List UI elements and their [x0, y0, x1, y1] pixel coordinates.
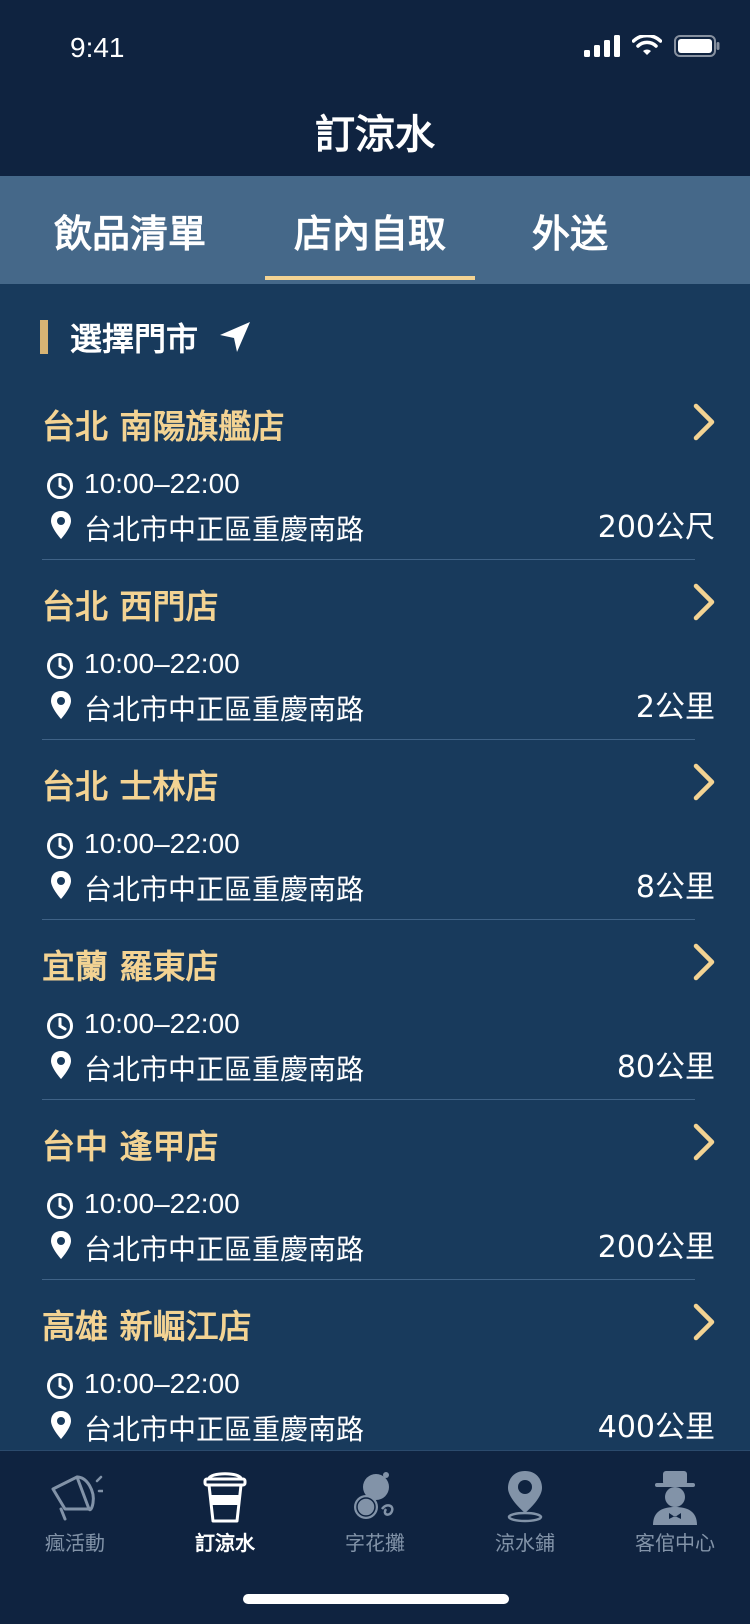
store-item[interactable]: 台北 西門店 10:00–22:00 台北市中正區重慶南路 2公里 [0, 560, 750, 740]
flower-stall-icon [354, 1472, 394, 1519]
store-name: 高雄 新崛江店 [42, 1307, 252, 1346]
store-address: 台北市中正區重慶南路 [84, 873, 365, 906]
location-pin-icon [51, 511, 71, 539]
chevron-right-icon [693, 403, 715, 441]
bottom-tab-flower-stall[interactable]: 字花攤 [300, 1451, 450, 1561]
store-item[interactable]: 台北 士林店 10:00–22:00 台北市中正區重慶南路 8公里 [0, 740, 750, 920]
bottom-tab-stores[interactable]: 涼水鋪 [450, 1451, 600, 1561]
bottom-tab-events[interactable]: 瘋活動 [0, 1451, 150, 1561]
chevron-right-icon [693, 583, 715, 621]
store-name: 台北 南陽旗艦店 [42, 407, 285, 446]
status-icons [584, 34, 720, 58]
navigation-bar: 訂涼水 [0, 88, 750, 176]
store-item[interactable]: 台北 南陽旗艦店 10:00–22:00 台北市中正區重慶南路 200公尺 [0, 380, 750, 560]
store-name: 台北 士林店 [42, 767, 219, 806]
chevron-right-icon [693, 1123, 715, 1161]
status-bar: 9:41 [0, 0, 750, 88]
location-arrow-icon[interactable] [218, 320, 252, 354]
tab-delivery[interactable]: 外送 [500, 176, 640, 284]
location-pin-icon [51, 691, 71, 719]
battery-icon [674, 35, 720, 57]
store-address: 台北市中正區重慶南路 [84, 1413, 365, 1446]
store-hours: 10:00–22:00 [84, 468, 240, 499]
page-title: 訂涼水 [315, 112, 435, 158]
section-title: 選擇門市 [70, 320, 199, 358]
chevron-right-icon [693, 943, 715, 981]
wifi-icon [632, 35, 662, 55]
store-distance: 8公里 [635, 870, 715, 905]
store-address: 台北市中正區重慶南路 [84, 513, 365, 546]
store-hours: 10:00–22:00 [84, 648, 240, 679]
store-address: 台北市中正區重慶南路 [84, 1053, 365, 1086]
tab-drink-menu[interactable]: 飲品清單 [20, 176, 240, 284]
signal-icon [584, 35, 620, 57]
map-pin-icon [507, 1471, 543, 1523]
store-distance: 400公里 [597, 1410, 715, 1445]
location-pin-icon [51, 871, 71, 899]
store-hours: 10:00–22:00 [84, 1008, 240, 1039]
clock-icon [47, 833, 73, 859]
bottom-tab-label: 瘋活動 [45, 1531, 105, 1555]
status-time: 9:41 [70, 32, 125, 63]
store-name: 台北 西門店 [42, 587, 219, 626]
store-distance: 200公里 [597, 1230, 715, 1265]
store-name: 宜蘭 羅東店 [42, 947, 219, 986]
active-tab-indicator [265, 276, 475, 280]
bottom-tab-order[interactable]: 訂涼水 [150, 1451, 300, 1561]
section-header: 選擇門市 [40, 316, 252, 358]
store-hours: 10:00–22:00 [84, 828, 240, 859]
bottom-tab-member[interactable]: 客倌中心 [600, 1451, 750, 1561]
section-accent-bar [40, 320, 48, 354]
bottom-tab-label: 字花攤 [345, 1531, 405, 1555]
clock-icon [47, 473, 73, 499]
tab-store-pickup[interactable]: 店內自取 [260, 176, 480, 284]
chevron-right-icon [693, 1303, 715, 1341]
location-pin-icon [51, 1411, 71, 1439]
clock-icon [47, 1013, 73, 1039]
bottom-tab-label: 訂涼水 [195, 1531, 255, 1555]
store-item[interactable]: 宜蘭 羅東店 10:00–22:00 台北市中正區重慶南路 80公里 [0, 920, 750, 1100]
store-hours: 10:00–22:00 [84, 1368, 240, 1399]
clock-icon [47, 1193, 73, 1219]
store-address: 台北市中正區重慶南路 [84, 693, 365, 726]
tab-bar: 飲品清單 店內自取 外送 [0, 176, 750, 284]
location-pin-icon [51, 1231, 71, 1259]
clock-icon [47, 1373, 73, 1399]
bottom-tab-label: 涼水鋪 [495, 1531, 555, 1555]
clock-icon [47, 653, 73, 679]
store-address: 台北市中正區重慶南路 [84, 1233, 365, 1266]
cup-icon [203, 1472, 247, 1523]
bottom-tab-label: 客倌中心 [635, 1531, 715, 1555]
store-hours: 10:00–22:00 [84, 1188, 240, 1219]
store-distance: 200公尺 [597, 510, 715, 545]
store-item[interactable]: 高雄 新崛江店 10:00–22:00 台北市中正區重慶南路 400公里 [0, 1280, 750, 1460]
megaphone-icon [51, 1475, 103, 1521]
chevron-right-icon [693, 763, 715, 801]
store-distance: 80公里 [616, 1050, 715, 1085]
store-item[interactable]: 台中 逢甲店 10:00–22:00 台北市中正區重慶南路 200公里 [0, 1100, 750, 1280]
gentleman-icon [653, 1471, 697, 1525]
store-distance: 2公里 [635, 690, 715, 725]
home-indicator [243, 1594, 509, 1604]
location-pin-icon [51, 1051, 71, 1079]
store-name: 台中 逢甲店 [42, 1127, 219, 1166]
